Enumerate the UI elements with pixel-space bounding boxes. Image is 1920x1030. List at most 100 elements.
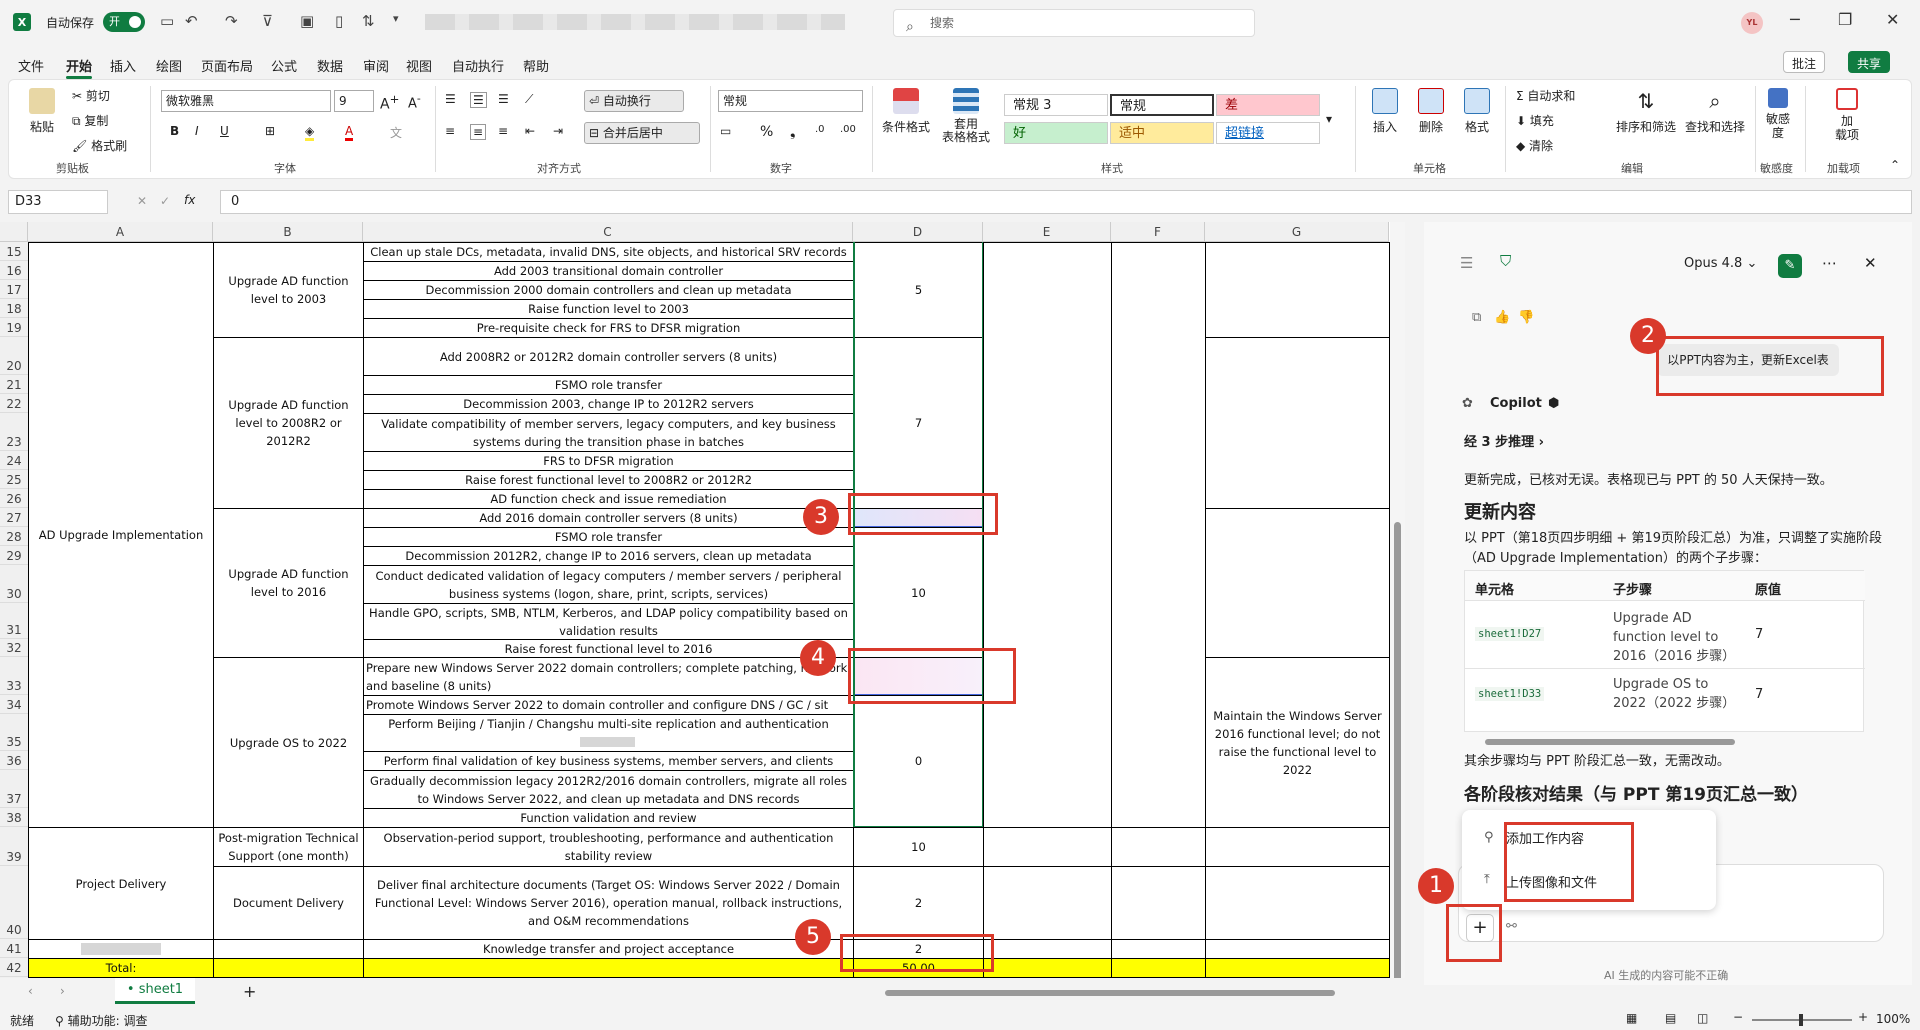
row-header-36[interactable]: 36 [0,751,28,770]
cell-g40[interactable] [1205,866,1390,940]
cell-d40[interactable]: 2 [853,866,984,940]
name-box[interactable]: D33 [8,190,108,214]
ribbon-collapse-icon[interactable]: ⌃ [1890,158,1900,172]
column-header-a[interactable]: A [28,222,213,242]
row-header-38[interactable]: 38 [0,808,28,827]
cell-c15[interactable]: Clean up stale DCs, metadata, invalid DN… [363,242,854,262]
cell-c34[interactable]: Promote Windows Server 2022 to domain co… [363,695,854,715]
cell-b41[interactable] [213,939,364,959]
accounting-icon[interactable]: ▭ [720,124,731,138]
border-icon[interactable]: ⊞ [265,124,275,138]
cell-c38[interactable]: Function validation and review [363,808,854,828]
page-break-view-icon[interactable]: ◫ [1697,1011,1708,1025]
cell-c32[interactable]: Raise forest functional level to 2016 [363,639,854,658]
comments-button[interactable]: 批注 [1783,51,1826,73]
italic-icon[interactable]: I [195,124,199,138]
row-header-41[interactable]: 41 [0,939,28,958]
menu-help[interactable]: 帮助 [523,56,549,75]
copilot-scrollbar[interactable] [1902,222,1912,985]
percent-icon[interactable]: % [760,124,773,140]
align-left-icon[interactable]: ≡ [445,124,455,138]
zoom-slider-thumb[interactable] [1799,1014,1803,1026]
style-neutral[interactable]: 适中 [1110,122,1214,144]
cell-c16[interactable]: Add 2003 transitional domain controller [363,261,854,281]
style-hyperlink[interactable]: 超链接 [1216,122,1320,144]
row-header-24[interactable]: 24 [0,451,28,470]
cell-c18[interactable]: Raise function level to 2003 [363,299,854,319]
cell-b40[interactable]: Document Delivery [213,866,364,940]
normal-view-icon[interactable]: ▦ [1626,1011,1637,1025]
row-header-30[interactable]: 30 [0,565,28,603]
add-attachment-icon[interactable]: + [1466,914,1494,942]
orientation-icon[interactable]: ⟋ [525,92,533,107]
table-scroll-thumb[interactable] [1485,739,1735,745]
cell-g42[interactable] [1205,958,1390,978]
style-normal[interactable]: 常规 [1110,94,1214,116]
font-size-select[interactable]: 9 [334,90,374,112]
sort-icon[interactable]: ⇅ [362,12,375,30]
cell-e39[interactable] [983,827,1112,867]
column-header-e[interactable]: E [983,222,1111,242]
cell-d39[interactable]: 10 [853,827,984,867]
cell-f41[interactable] [1111,939,1206,959]
cell-g20[interactable] [1205,337,1390,509]
sort-filter-button[interactable]: ⇅ 排序和筛选 [1615,88,1677,135]
cell-c30[interactable]: Conduct dedicated validation of legacy c… [363,565,854,604]
horizontal-scroll-thumb[interactable] [885,990,1335,996]
zoom-out-icon[interactable]: − [1733,1010,1743,1024]
filter-icon[interactable]: ⊽ [262,12,273,30]
insert-cells-button[interactable]: 插入 [1366,88,1404,135]
undo-icon[interactable]: ↶ [185,12,198,30]
column-header-c[interactable]: C [363,222,853,242]
increase-indent-icon[interactable]: ⇥ [553,124,563,138]
function-icon[interactable]: fx [184,193,195,207]
cell-f39[interactable] [1111,827,1206,867]
row-header-23[interactable]: 23 [0,413,28,451]
increase-font-icon[interactable]: A+ [380,92,399,113]
cell-b39[interactable]: Post-migration Technical Support (one mo… [213,827,364,867]
cell-f-phase1[interactable] [1111,242,1206,828]
vertical-scroll-thumb[interactable] [1394,522,1401,987]
align-right-icon[interactable]: ≡ [498,124,508,138]
decrease-decimal-icon[interactable]: .00 [840,124,856,135]
decrease-font-icon[interactable]: A- [408,92,421,111]
row-header-20[interactable]: 20 [0,337,28,375]
customize-toolbar-icon[interactable]: ▾ [393,12,399,25]
row-header-18[interactable]: 18 [0,299,28,318]
fill-button[interactable]: ⬇ 填充 [1516,112,1554,129]
thumbs-up-icon[interactable]: 👍 [1494,310,1510,325]
delete-cells-button[interactable]: 删除 [1412,88,1450,135]
cell-a41[interactable] [28,939,214,959]
underline-icon[interactable]: U [220,124,229,138]
comma-icon[interactable]: ❟ [790,124,796,140]
number-format-select[interactable]: 常规 [718,90,863,112]
cell-g39[interactable] [1205,827,1390,867]
styles-expand-icon[interactable]: ▾ [1326,112,1332,126]
menu-automate[interactable]: 自动执行 [452,56,504,75]
menu-view[interactable]: 视图 [406,56,432,75]
cell-c22[interactable]: Decommission 2003, change IP to 2012R2 s… [363,394,854,414]
menu-icon[interactable]: ☰ [1460,254,1473,272]
menu-file[interactable]: 文件 [18,56,44,75]
align-top-icon[interactable]: ☰ [445,92,456,106]
formula-input[interactable]: 0 [220,190,1912,214]
row-header-29[interactable]: 29 [0,546,28,565]
column-header-g[interactable]: G [1205,222,1389,242]
sensitivity-button[interactable]: 敏感 度 [1763,88,1793,140]
cell-d42-total[interactable]: 50.00 [853,958,984,978]
row-header-25[interactable]: 25 [0,470,28,489]
redo-icon[interactable]: ↷ [225,12,238,30]
cell-b-group1[interactable]: Upgrade AD function level to 2003 [213,242,364,338]
copy-icon[interactable]: ⧉ [1472,310,1481,325]
cell-e42[interactable] [983,958,1112,978]
row-header-34[interactable]: 34 [0,695,28,714]
font-name-select[interactable]: 微软雅黑 [161,90,331,112]
cell-d28[interactable]: 10 [853,527,984,658]
row-header-42[interactable]: 42 [0,958,28,977]
addins-button[interactable]: 加 载项 [1832,88,1862,142]
row-header-39[interactable]: 39 [0,827,28,866]
popup-item-upload[interactable]: 上传图像和文件 [1506,872,1597,891]
cell-c42[interactable] [363,958,854,978]
format-painter-button[interactable]: 🖌 格式刷 [72,137,127,154]
thumbs-down-icon[interactable]: 👎 [1518,310,1534,325]
